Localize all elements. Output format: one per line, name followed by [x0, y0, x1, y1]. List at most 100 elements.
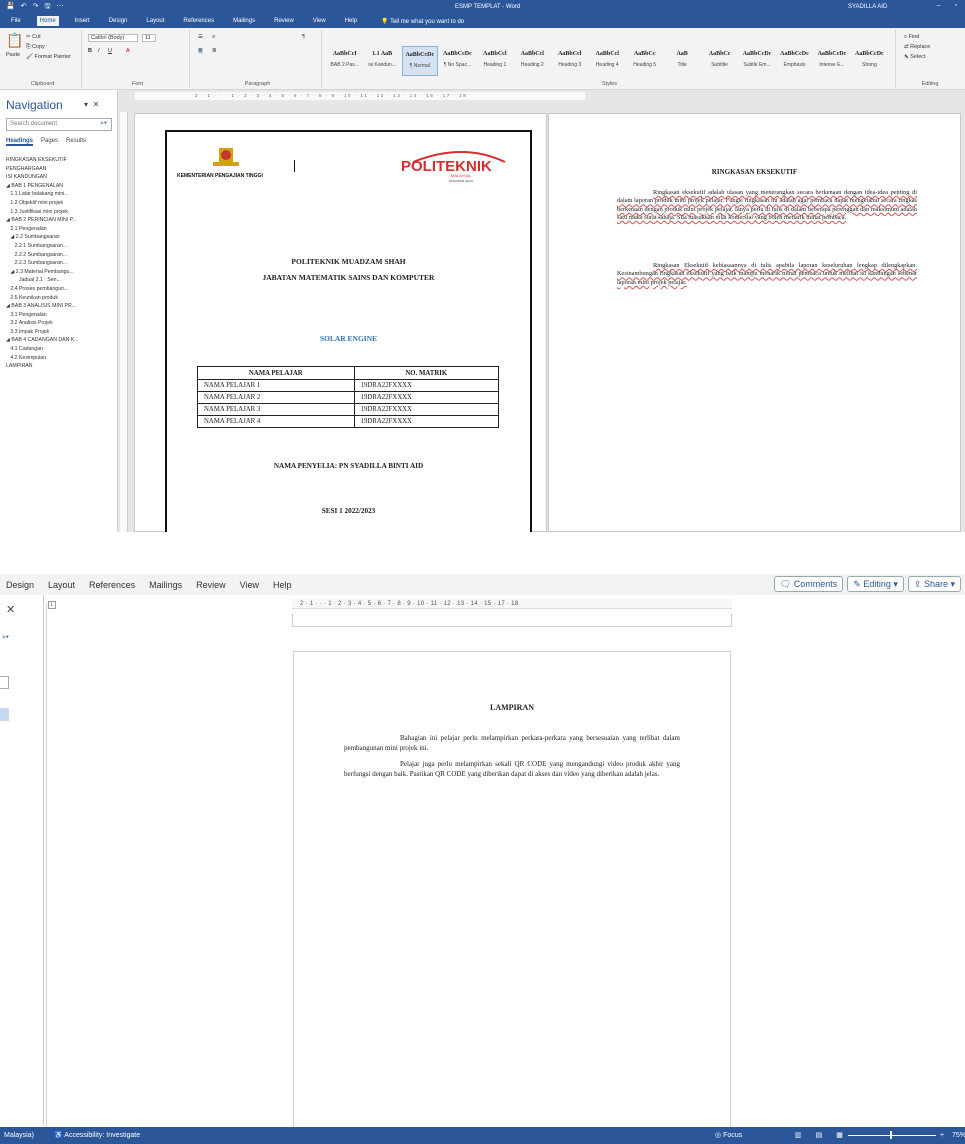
nav-heading-item[interactable]: ◢ BAB 1 PENGENALAN — [6, 182, 114, 191]
replace-button[interactable]: ⇄ Replace — [904, 44, 930, 50]
format-painter-button[interactable]: 🖌 Format Painter — [26, 54, 71, 60]
undo-icon[interactable]: ↶ — [21, 3, 27, 11]
close-icon[interactable]: ✕ — [6, 603, 15, 616]
tab-view[interactable]: View — [310, 16, 329, 26]
style-item[interactable]: AaBbCcl Heading 4 — [589, 46, 624, 76]
nav-heading-item[interactable]: ISI KANDUNGAN — [6, 173, 114, 182]
cut-button[interactable]: ✂ Cut — [26, 34, 41, 40]
style-item[interactable]: AaB Title — [664, 46, 699, 76]
focus-button[interactable]: ◎ Focus — [715, 1127, 742, 1144]
nav-heading-item[interactable]: ◢ BAB 3 ANALISIS MINI PR... — [6, 302, 114, 311]
tab-design[interactable]: Design — [106, 16, 131, 26]
style-item[interactable]: AaBbCcDc Strong — [852, 46, 887, 76]
style-item[interactable]: AaBbCcl Heading 3 — [552, 46, 587, 76]
tab-home[interactable]: Home — [36, 16, 59, 26]
nav-heading-item[interactable]: ◢ 2.3 Material Pembangu... — [6, 268, 114, 277]
print-layout-icon[interactable]: ▤ — [816, 1127, 823, 1144]
font-name-select[interactable]: Calibri (Body) — [88, 34, 138, 42]
style-item[interactable]: 1.1 AaB isi Kandun... — [364, 46, 399, 76]
style-item[interactable]: AaBbCc Heading 5 — [627, 46, 662, 76]
align-left-icon[interactable]: ≣ — [198, 48, 203, 54]
search-box-edge[interactable] — [0, 676, 9, 689]
style-item[interactable]: AaBbCcl Heading 2 — [515, 46, 550, 76]
tab-selector-icon[interactable]: L — [48, 601, 56, 609]
zoom-out-icon[interactable]: − — [838, 1127, 842, 1144]
tell-me-search[interactable]: 💡 Tell me what you want to do — [381, 18, 464, 25]
style-item[interactable]: AaBbCcI BAB 2 Pas... — [327, 46, 362, 76]
style-item[interactable]: AaBbCc Subtitle — [702, 46, 737, 76]
tab-design[interactable]: Design — [6, 580, 34, 590]
bold-button[interactable]: B — [88, 48, 92, 54]
customize-qat-icon[interactable]: ⋯ — [56, 3, 63, 11]
vertical-ruler[interactable] — [120, 112, 128, 532]
horizontal-ruler[interactable]: 2 · 1 · · · 1 · 2 · 3 · 4 · 5 · 6 · 7 · … — [135, 92, 585, 100]
nav-heading-item[interactable]: ◢ BAB 2 PERINCIAN MINI P... — [6, 216, 114, 225]
editing-mode-button[interactable]: ✎ Editing ▾ — [847, 576, 904, 592]
tab-headings[interactable]: Headings — [6, 138, 34, 146]
tab-results[interactable]: Results — [66, 138, 86, 146]
page-lampiran[interactable]: LAMPIRAN Bahagian ini pelajar perlu mela… — [293, 651, 731, 1127]
tab-file[interactable]: File — [8, 16, 24, 26]
align-center-icon[interactable]: ≣ — [212, 48, 217, 54]
search-icon[interactable]: ⌕▾ — [100, 120, 107, 128]
nav-heading-item[interactable]: 3.3 Impak Projek — [6, 328, 114, 337]
nav-heading-item[interactable]: 2.4 Proses pembangun... — [6, 285, 114, 294]
nav-heading-item[interactable]: 1.1 Latar belakang mini... — [6, 190, 114, 199]
maximize-icon[interactable]: ▫ — [955, 2, 957, 9]
language-status[interactable]: Malaysia) — [4, 1127, 34, 1144]
comments-button[interactable]: 🗨 Comments — [773, 576, 844, 592]
style-item[interactable]: AaBbCcDc Intense E... — [814, 46, 849, 76]
style-item[interactable]: AaBbCcDc Subtle Em... — [739, 46, 774, 76]
style-item[interactable]: AaBbCcDc ¶ Normal — [401, 46, 438, 76]
share-button[interactable]: ⇪ Share ▾ — [907, 576, 961, 592]
zoom-level[interactable]: 75% — [952, 1127, 965, 1144]
nav-heading-item[interactable]: RINGKASAN EKSEKUTIF — [6, 156, 114, 165]
search-icon[interactable]: ⌕▾ — [2, 634, 9, 642]
nav-heading-item[interactable]: ◢ 2.2 Sumbangsaran — [6, 233, 114, 242]
print-preview-icon[interactable]: 🖫 — [44, 3, 50, 11]
numbering-icon[interactable]: ≡ — [212, 34, 215, 40]
tab-references[interactable]: References — [180, 16, 217, 26]
user-name[interactable]: SYADILLA AID — [848, 4, 887, 10]
nav-heading-item[interactable]: 1.2 Objektif mini projek — [6, 199, 114, 208]
horizontal-ruler[interactable]: 2 · 1 · · · 1 · 2 · 3 · 4 · 5 · 6 · 7 · … — [292, 599, 732, 609]
nav-heading-item[interactable]: 4.2 Kesimpulan — [6, 354, 114, 363]
tab-layout[interactable]: Layout — [48, 580, 75, 590]
paste-button[interactable]: Paste — [6, 52, 20, 58]
style-item[interactable]: AaBbCcDc Emphasis — [777, 46, 812, 76]
nav-heading-item[interactable]: 3.2 Analisis Projek — [6, 319, 114, 328]
tab-help[interactable]: Help — [273, 580, 292, 590]
find-button[interactable]: ⌕ Find — [904, 34, 919, 41]
nav-heading-item[interactable]: LAMPIRAN — [6, 362, 114, 371]
zoom-thumb[interactable] — [890, 1131, 892, 1139]
nav-heading-item[interactable]: 2.2.2 Sumbangsaran... — [6, 251, 114, 260]
tab-layout[interactable]: Layout — [143, 16, 167, 26]
nav-heading-item[interactable]: PENGHARGAAN — [6, 165, 114, 174]
nav-tab-selected[interactable] — [0, 708, 9, 721]
nav-heading-item[interactable]: 1.3 Justifikasi mini projek — [6, 208, 114, 217]
nav-heading-item[interactable]: 2.5 Keunikan produk — [6, 294, 114, 303]
nav-heading-item[interactable]: 4.1 Cadangan — [6, 345, 114, 354]
underline-button[interactable]: U — [108, 48, 112, 54]
show-marks-icon[interactable]: ¶ — [302, 34, 305, 40]
tab-help[interactable]: Help — [342, 16, 360, 26]
paste-icon[interactable]: 📋 — [6, 32, 23, 49]
tab-references[interactable]: References — [89, 580, 135, 590]
zoom-slider[interactable] — [848, 1135, 936, 1136]
style-item[interactable]: AaBbCcl Heading 1 — [477, 46, 512, 76]
tab-view[interactable]: View — [240, 580, 259, 590]
nav-heading-item[interactable]: 2.1 Pengenalan — [6, 225, 114, 234]
style-item[interactable]: AaBbCcDc ¶ No Spac... — [440, 46, 475, 76]
select-button[interactable]: ⬉ Select — [904, 54, 925, 60]
save-icon[interactable]: 💾 — [6, 3, 15, 11]
nav-heading-item[interactable]: 2.2.3 Sumbangsaran... — [6, 259, 114, 268]
tab-pages[interactable]: Pages — [41, 138, 58, 146]
search-document-input[interactable]: Search document ⌕▾ — [6, 118, 112, 131]
minimize-icon[interactable]: – — [937, 2, 941, 9]
copy-button[interactable]: ⎘ Copy — [26, 44, 45, 51]
read-mode-icon[interactable]: ▥ — [795, 1127, 802, 1144]
tab-mailings[interactable]: Mailings — [149, 580, 182, 590]
tab-review[interactable]: Review — [271, 16, 297, 26]
redo-icon[interactable]: ↷ — [33, 3, 39, 11]
nav-heading-item[interactable]: 3.1 Pengenalan — [6, 311, 114, 320]
